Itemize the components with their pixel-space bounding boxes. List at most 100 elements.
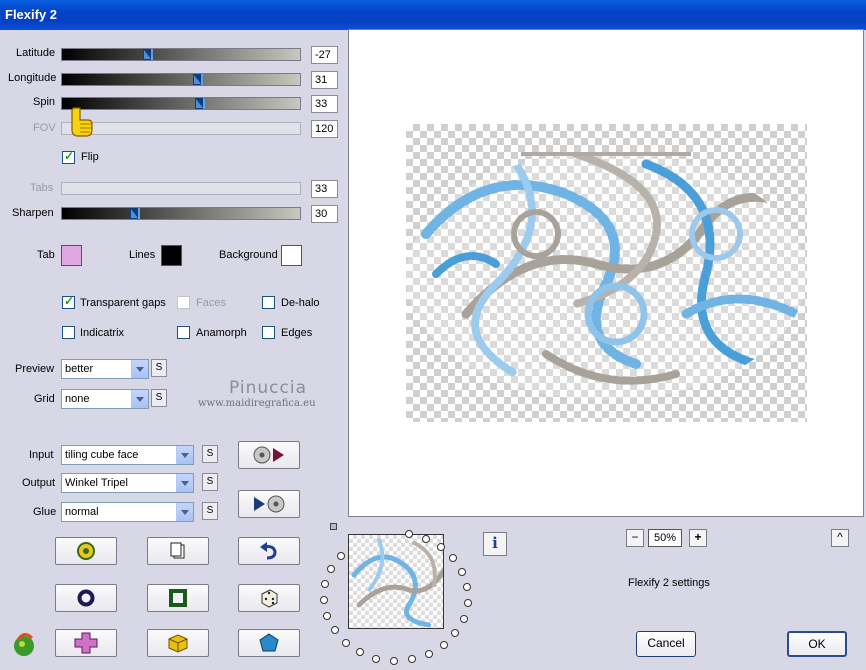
input-label: Input [29, 449, 54, 461]
input-s-button[interactable]: S [202, 445, 218, 463]
tab-color-label: Tab [37, 249, 55, 261]
glue-label: Glue [33, 506, 57, 518]
chevron-down-icon[interactable] [176, 503, 193, 521]
navigator-dot [449, 554, 457, 562]
navigator-handle[interactable] [330, 523, 337, 530]
grid-s-button[interactable]: S [151, 389, 167, 407]
spin-value[interactable]: 33 [311, 95, 338, 113]
input-select[interactable]: tiling cube face [61, 445, 194, 465]
sharpen-label: Sharpen [12, 207, 54, 219]
edges-checkbox[interactable] [262, 326, 275, 339]
glue-value: normal [65, 506, 99, 518]
zoom-in-button[interactable]: + [689, 529, 707, 547]
latitude-slider-thumb[interactable] [143, 49, 153, 60]
navigator-dot [408, 655, 416, 663]
latitude-value[interactable]: -27 [311, 46, 338, 64]
tab-color-swatch[interactable] [61, 245, 82, 266]
lines-color-swatch[interactable] [161, 245, 182, 266]
tabs-value[interactable]: 33 [311, 180, 338, 198]
randomize-icon [77, 542, 95, 560]
pentagon-icon [259, 633, 279, 652]
transparent-gaps-checkbox[interactable] [62, 294, 75, 309]
dice-icon [261, 589, 278, 608]
indicatrix-checkbox[interactable] [62, 326, 75, 339]
navigator-thumbnail[interactable] [348, 534, 444, 629]
latitude-slider[interactable] [61, 48, 301, 61]
fov-label: FOV [33, 122, 56, 134]
zoom-level: 50% [648, 529, 682, 547]
ring-button[interactable] [55, 584, 117, 612]
dice-button[interactable] [238, 584, 300, 612]
input-to-output-button[interactable] [238, 441, 300, 469]
info-button[interactable]: i [483, 532, 507, 556]
background-color-swatch[interactable] [281, 245, 302, 266]
output-select[interactable]: Winkel Tripel [61, 473, 194, 493]
de-halo-label: De-halo [281, 297, 320, 309]
flip-label: Flip [81, 151, 99, 163]
output-to-input-button[interactable] [238, 490, 300, 518]
fov-value[interactable]: 120 [311, 120, 338, 138]
navigator-dot [425, 650, 433, 658]
zoom-out-button[interactable]: − [626, 529, 644, 547]
sharpen-slider[interactable] [61, 207, 301, 220]
glue-select[interactable]: normal [61, 502, 194, 522]
watermark-url: www.maidiregrafica.eu [198, 398, 316, 409]
grid-select[interactable]: none [61, 389, 149, 409]
square-frame-icon [169, 589, 187, 607]
ring-icon [77, 589, 95, 607]
square-frame-button[interactable] [147, 584, 209, 612]
navigator-dot [464, 599, 472, 607]
preview-s-button[interactable]: S [151, 359, 167, 377]
indicatrix-label: Indicatrix [80, 327, 125, 339]
longitude-label: Longitude [8, 72, 57, 84]
ok-button[interactable]: OK [787, 631, 847, 657]
randomize-button[interactable] [55, 537, 117, 565]
preview-quality-label: Preview [15, 363, 55, 375]
preview-panel[interactable] [348, 29, 864, 517]
expand-up-button[interactable]: ^ [831, 529, 849, 547]
chevron-down-icon[interactable] [131, 360, 148, 378]
edges-label: Edges [281, 327, 313, 339]
chevron-down-icon[interactable] [176, 446, 193, 464]
cross-shape-button[interactable] [55, 629, 117, 657]
output-s-button[interactable]: S [202, 473, 218, 491]
input-value: tiling cube face [65, 449, 139, 461]
de-halo-checkbox[interactable] [262, 296, 275, 309]
flip-checkbox[interactable] [62, 149, 75, 164]
spin-label: Spin [33, 96, 56, 108]
navigator-dot [321, 580, 329, 588]
navigator-dot [337, 552, 345, 560]
chevron-down-icon[interactable] [176, 474, 193, 492]
preview-canvas [406, 124, 807, 422]
input-to-output-icon [253, 446, 284, 464]
sharpen-slider-thumb[interactable] [130, 208, 140, 219]
transparent-gaps-label: Transparent gaps [80, 297, 166, 309]
navigator-dot [463, 583, 471, 591]
navigator-dot [451, 629, 459, 637]
cancel-button[interactable]: Cancel [636, 631, 696, 657]
fov-slider [61, 122, 301, 135]
navigator-dot [440, 641, 448, 649]
tabs-label: Tabs [30, 182, 54, 194]
preview-quality-select[interactable]: better [61, 359, 149, 379]
flexify-logo-icon [14, 633, 34, 656]
copy-button[interactable] [147, 537, 209, 565]
longitude-slider-thumb[interactable] [193, 74, 203, 85]
longitude-value[interactable]: 31 [311, 71, 338, 89]
background-color-label: Background [219, 249, 278, 261]
anamorph-checkbox[interactable] [177, 326, 190, 339]
navigator-dot [327, 565, 335, 573]
sharpen-value[interactable]: 30 [311, 205, 338, 223]
chevron-down-icon[interactable] [131, 390, 148, 408]
longitude-slider[interactable] [61, 73, 301, 86]
faces-checkbox [177, 296, 190, 309]
cube-button[interactable] [147, 629, 209, 657]
anamorph-label: Anamorph [196, 327, 247, 339]
undo-button[interactable] [238, 537, 300, 565]
navigator-dot [405, 530, 413, 538]
navigator-dot [372, 655, 380, 663]
spin-slider[interactable] [61, 97, 301, 110]
glue-s-button[interactable]: S [202, 502, 218, 520]
spin-slider-thumb[interactable] [195, 98, 205, 109]
pentagon-button[interactable] [238, 629, 300, 657]
